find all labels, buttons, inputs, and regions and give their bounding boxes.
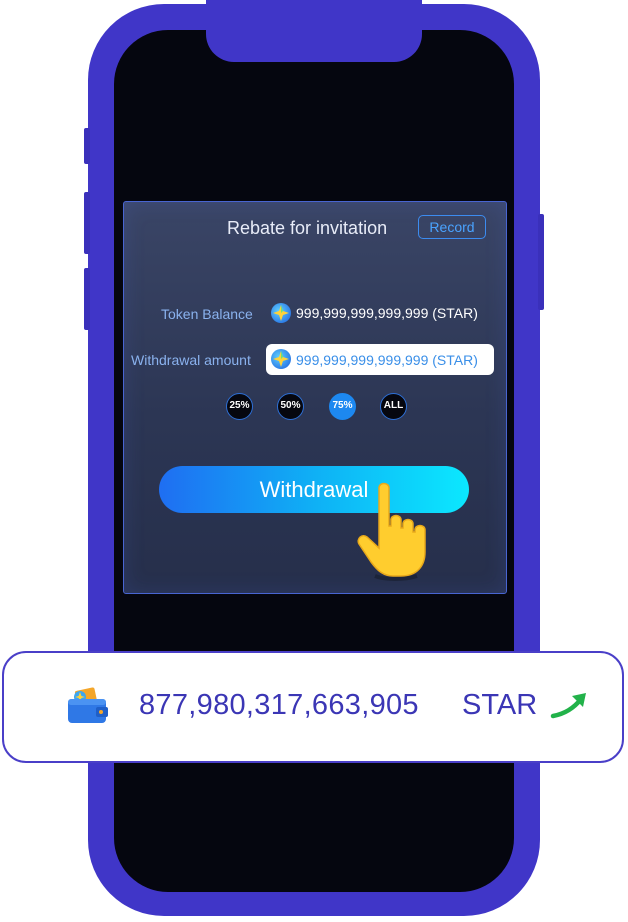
- phone-power-button: [538, 214, 544, 310]
- pointing-hand-icon: [357, 482, 426, 581]
- token-balance-label: Token Balance: [161, 306, 253, 322]
- token-balance-value: 999,999,999,999,999 (STAR): [296, 305, 478, 321]
- withdrawal-amount-label: Withdrawal amount: [131, 352, 251, 368]
- phone-notch: [206, 0, 422, 62]
- earnings-amount: 877,980,317,663,905: [139, 689, 419, 721]
- earnings-unit: STAR: [462, 689, 538, 721]
- trend-up-arrow-icon: [550, 693, 586, 719]
- phone-volume-down-button: [84, 268, 90, 330]
- phone-side-button: [84, 128, 90, 164]
- percent-all-button[interactable]: ALL: [380, 393, 407, 420]
- card-title: Rebate for invitation: [227, 218, 388, 238]
- wallet-icon: [68, 687, 108, 723]
- percent-75-button[interactable]: 75%: [329, 393, 356, 420]
- star-token-icon: [271, 349, 291, 369]
- phone-volume-up-button: [84, 192, 90, 254]
- percent-50-button[interactable]: 50%: [277, 393, 304, 420]
- record-button[interactable]: Record: [418, 215, 486, 239]
- percent-25-button[interactable]: 25%: [226, 393, 253, 420]
- withdrawal-amount-value: 999,999,999,999,999 (STAR): [296, 352, 478, 368]
- star-token-icon: [271, 303, 291, 323]
